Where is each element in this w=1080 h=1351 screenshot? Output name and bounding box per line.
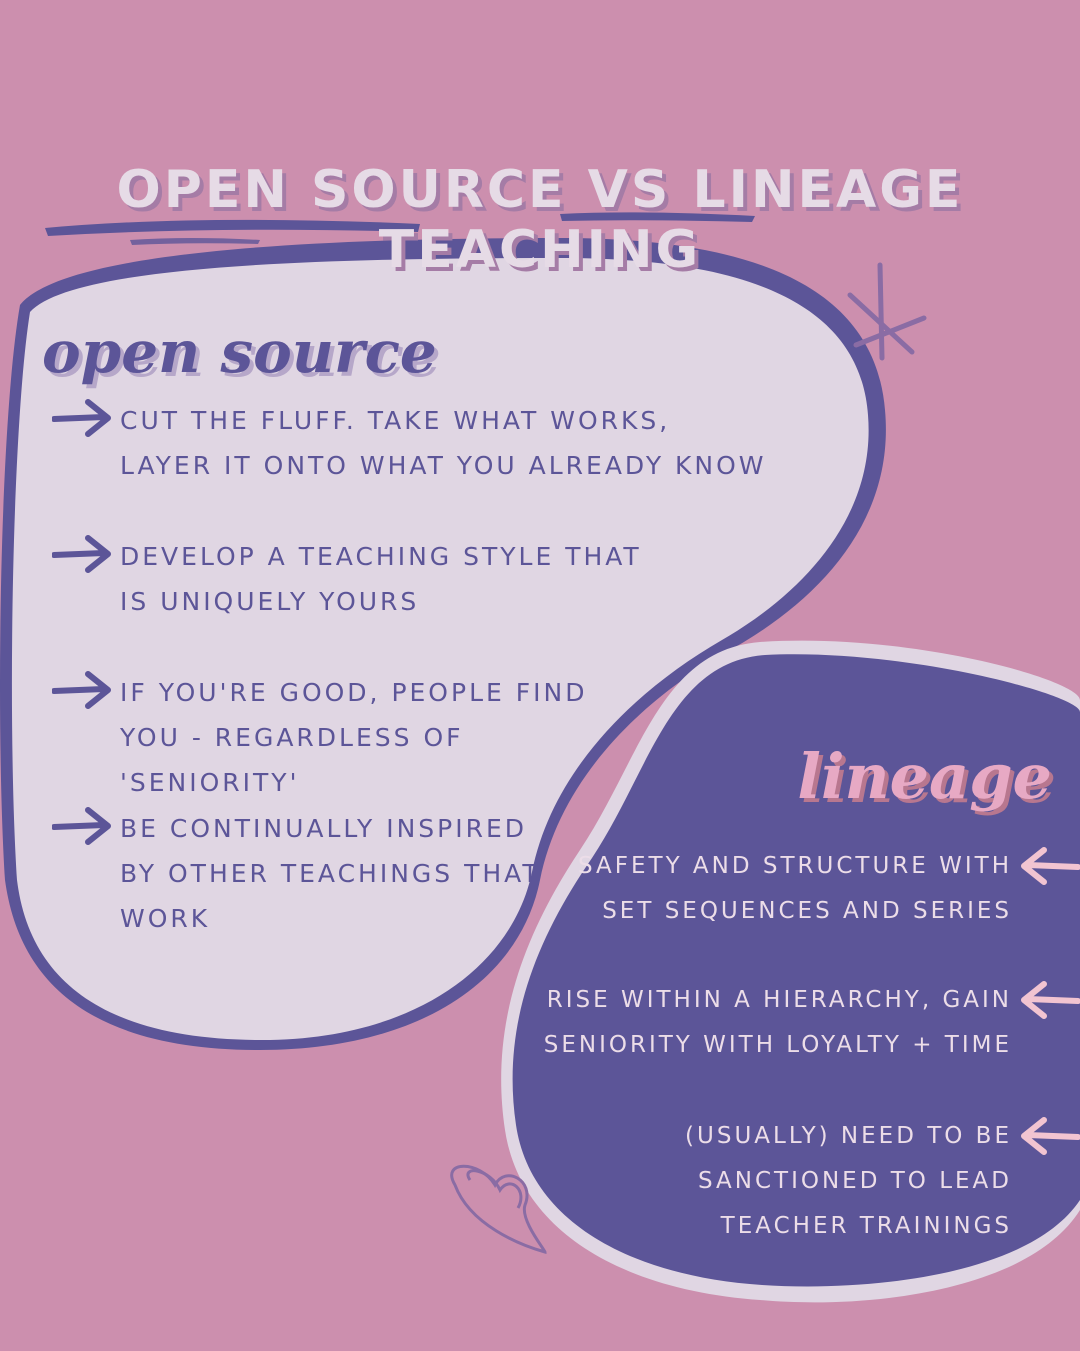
lineage-item: (USUALLY) NEED TO BE SANCTIONED TO LEAD … — [520, 1114, 1080, 1249]
lineage-item-text: RISE WITHIN A HIERARCHY, GAIN SENIORITY … — [543, 987, 1012, 1058]
lineage-item-text: (USUALLY) NEED TO BE SANCTIONED TO LEAD … — [685, 1123, 1012, 1239]
arrow-right-icon — [52, 807, 111, 845]
arrow-right-icon — [52, 535, 111, 573]
arrow-right-icon — [52, 671, 111, 709]
arrow-left-icon — [1021, 847, 1080, 885]
arrow-right-icon — [52, 399, 111, 437]
lineage-item: RISE WITHIN A HIERARCHY, GAIN SENIORITY … — [520, 978, 1080, 1068]
open-source-heading: open source — [42, 318, 437, 386]
open-source-item: CUT THE FLUFF. TAKE WHAT WORKS, LAYER IT… — [52, 398, 772, 488]
page-title: OPEN SOURCE VS LINEAGE TEACHING — [116, 160, 964, 280]
open-source-item-text: IF YOU'RE GOOD, PEOPLE FIND YOU - REGARD… — [120, 678, 588, 797]
arrow-left-icon — [1021, 1117, 1080, 1155]
open-source-item-text: BE CONTINUALLY INSPIRED BY OTHER TEACHIN… — [120, 814, 541, 933]
arrow-left-icon — [1021, 981, 1080, 1019]
open-source-item-text: CUT THE FLUFF. TAKE WHAT WORKS, LAYER IT… — [120, 406, 767, 480]
open-source-item-text: DEVELOP A TEACHING STYLE THAT IS UNIQUEL… — [120, 542, 642, 616]
open-source-item: DEVELOP A TEACHING STYLE THAT IS UNIQUEL… — [52, 534, 772, 624]
lineage-heading: lineage — [797, 740, 1052, 813]
open-source-item: IF YOU'RE GOOD, PEOPLE FIND YOU - REGARD… — [52, 670, 772, 805]
lineage-item-text: SAFETY AND STRUCTURE WITH SET SEQUENCES … — [578, 853, 1012, 924]
lineage-item: SAFETY AND STRUCTURE WITH SET SEQUENCES … — [520, 844, 1080, 934]
